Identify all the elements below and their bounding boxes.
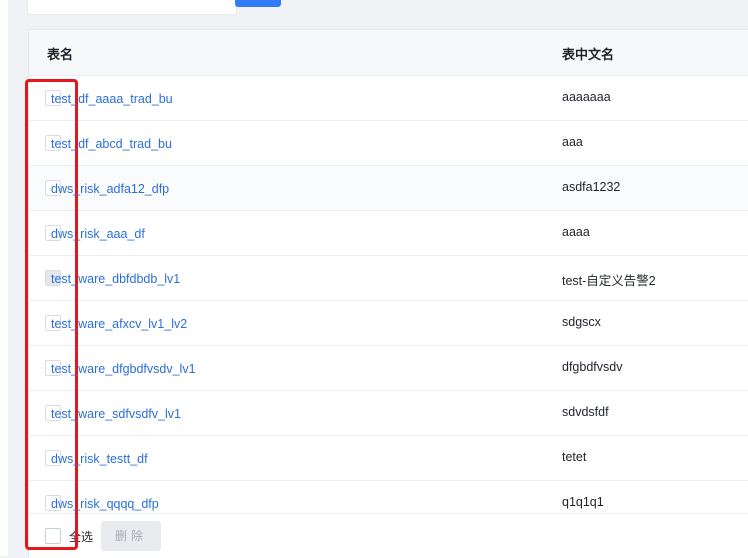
table-cn-name-cell: sdvdsfdf xyxy=(562,405,609,419)
search-input[interactable] xyxy=(27,0,237,15)
table-row: dws_risk_aaa_df aaaa xyxy=(29,211,748,256)
table-name-link[interactable]: dws_risk_qqqq_dfp xyxy=(49,497,159,511)
table-name-cell: dws_risk_qqqq_dfp xyxy=(45,495,159,511)
table-footer: 全选 删除 xyxy=(29,513,748,558)
table-cn-name-cell: dfgbdfvsdv xyxy=(562,360,623,374)
table-cn-name-cell: tetet xyxy=(562,450,587,464)
table-row: test_ware_dfgbdfvsdv_lv1 dfgbdfvsdv xyxy=(29,346,748,391)
table-row: test_ware_sdfvsdfv_lv1 sdvdsfdf xyxy=(29,391,748,436)
table-name-link[interactable]: test_ware_dbfdbdb_lv1 xyxy=(49,272,180,286)
table-name-link[interactable]: dws_risk_testt_df xyxy=(49,452,148,466)
table-body: test_df_aaaa_trad_bu aaaaaaa test_df_abc… xyxy=(29,76,748,526)
select-all-label[interactable]: 全选 xyxy=(69,528,93,545)
table-name-link[interactable]: dws_risk_adfa12_dfp xyxy=(49,182,169,196)
table-header: 表名 表中文名 xyxy=(29,30,748,76)
table-row: dws_risk_testt_df tetet xyxy=(29,436,748,481)
table-cn-name-cell: sdgscx xyxy=(562,315,601,329)
table-name-link[interactable]: test_ware_dfgbdfvsdv_lv1 xyxy=(49,362,196,376)
table-name-cell: test_ware_dbfdbdb_lv1 xyxy=(45,270,180,286)
table-cn-name-cell: test-自定义告警2 xyxy=(562,274,656,288)
table-name-link[interactable]: dws_risk_aaa_df xyxy=(49,227,145,241)
table-row: test_ware_dbfdbdb_lv1 test-自定义告警2 xyxy=(29,256,748,301)
table-cn-name-cell: aaa xyxy=(562,135,583,149)
table-cn-name-cell: aaaa xyxy=(562,225,590,239)
table-name-link[interactable]: test_ware_afxcv_lv1_lv2 xyxy=(49,317,187,331)
search-button[interactable] xyxy=(235,0,281,7)
column-header-name[interactable]: 表名 xyxy=(47,44,73,63)
table-row: test_df_aaaa_trad_bu aaaaaaa xyxy=(29,76,748,121)
table-cn-name-cell: aaaaaaa xyxy=(562,90,611,104)
table-name-cell: dws_risk_testt_df xyxy=(45,450,148,466)
table-row: test_df_abcd_trad_bu aaa xyxy=(29,121,748,166)
table-name-cell: test_df_aaaa_trad_bu xyxy=(45,90,173,106)
table-name-cell: test_ware_dfgbdfvsdv_lv1 xyxy=(45,360,196,376)
table-name-cell: test_ware_sdfvsdfv_lv1 xyxy=(45,405,181,421)
table-name-link[interactable]: test_df_abcd_trad_bu xyxy=(49,137,172,151)
table-name-cell: test_df_abcd_trad_bu xyxy=(45,135,172,151)
table-name-link[interactable]: test_df_aaaa_trad_bu xyxy=(49,92,173,106)
table-card: 表名 表中文名 test_df_aaaa_trad_bu aaaaaaa tes… xyxy=(28,29,748,558)
left-panel-edge xyxy=(0,0,8,556)
table-row: dws_risk_adfa12_dfp asdfa1232 xyxy=(29,166,748,211)
table-name-link[interactable]: test_ware_sdfvsdfv_lv1 xyxy=(49,407,181,421)
select-all-checkbox[interactable] xyxy=(45,528,61,544)
column-header-cn-name[interactable]: 表中文名 xyxy=(562,44,614,63)
table-cn-name-cell: asdfa1232 xyxy=(562,180,621,194)
table-cn-name-cell: q1q1q1 xyxy=(562,495,604,509)
table-row: test_ware_afxcv_lv1_lv2 sdgscx xyxy=(29,301,748,346)
table-name-cell: dws_risk_aaa_df xyxy=(45,225,145,241)
table-name-cell: dws_risk_adfa12_dfp xyxy=(45,180,169,196)
delete-button[interactable]: 删除 xyxy=(101,521,161,551)
table-name-cell: test_ware_afxcv_lv1_lv2 xyxy=(45,315,187,331)
